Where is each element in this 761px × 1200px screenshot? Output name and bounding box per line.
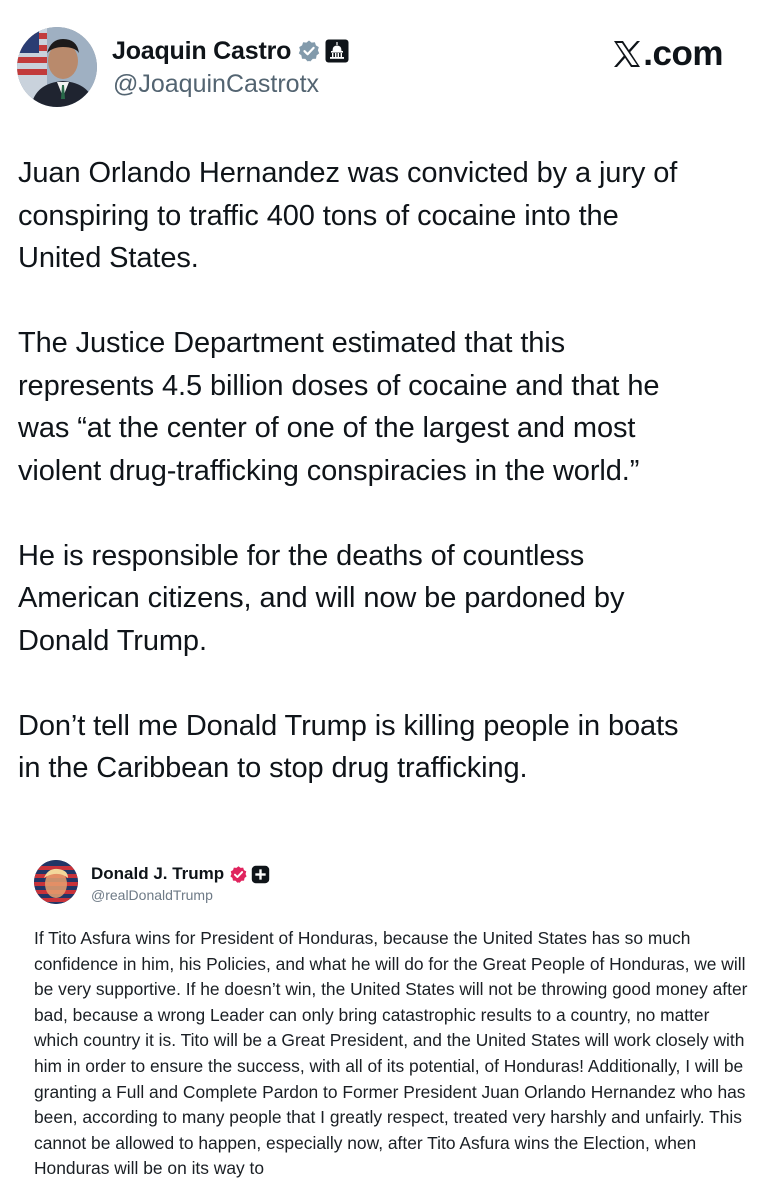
profile-photo (17, 27, 97, 107)
avatar[interactable] (17, 27, 97, 107)
embedded-author-handle: @realDonaldTrump (91, 887, 213, 903)
x-logo-icon (614, 41, 641, 67)
plus-badge-icon (251, 865, 270, 883)
capitol-building-icon (325, 39, 349, 63)
tweet-paragraph: He is responsible for the deaths of coun… (18, 539, 625, 657)
tweet-paragraph: Don’t tell me Donald Trump is killing pe… (18, 709, 679, 785)
site-domain: .com (643, 34, 723, 73)
post-header: Joaquin Castro @JoaquinCastrotx .com (0, 0, 761, 120)
tweet-paragraph: Juan Orlando Hernandez was convicted by … (18, 157, 678, 274)
tweet-text: Juan Orlando Hernandez was convicted by … (18, 152, 753, 832)
embedded-post-image[interactable]: Donald J. Trump @realDonaldTrump If Tito… (18, 830, 761, 1200)
site-label: .com (612, 34, 723, 74)
embedded-author-name: Donald J. Trump (91, 864, 225, 883)
author-handle[interactable]: @JoaquinCastrotx (113, 70, 319, 99)
tweet-paragraph: The Justice Department estimated that th… (18, 327, 660, 487)
profile-photo (34, 860, 78, 904)
verified-badge-icon (230, 865, 247, 883)
embedded-post-text: If Tito Asfura wins for President of Hon… (34, 928, 748, 1179)
embedded-author-name-row: Donald J. Trump (91, 863, 270, 885)
avatar[interactable] (34, 860, 78, 904)
author-name[interactable]: Joaquin Castro (112, 37, 291, 66)
verified-badge-icon (298, 40, 320, 62)
author-name-row: Joaquin Castro (112, 34, 349, 68)
